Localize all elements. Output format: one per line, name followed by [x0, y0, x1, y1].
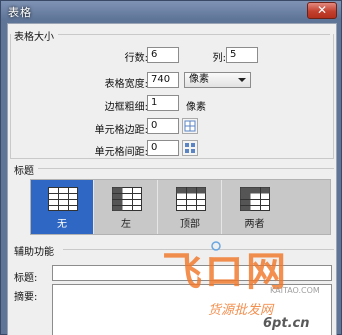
- caption-label: 标题:: [14, 273, 38, 284]
- table-no-header-icon: [48, 187, 78, 211]
- border-thickness-input[interactable]: 1: [147, 95, 179, 111]
- table-width-input[interactable]: 740: [147, 72, 179, 88]
- dialog-content: 表格大小 行数: 6 列: 5 表格宽度: 740 像素 边框粗细: 1 像素 …: [7, 23, 337, 335]
- rows-label: 行数:: [124, 53, 148, 64]
- cell-spacing-input[interactable]: 0: [147, 140, 179, 156]
- dialog-title: 表格: [8, 6, 32, 19]
- header-divider: [38, 168, 334, 169]
- header-section-label: 标题: [14, 166, 34, 177]
- header-option-left-label: 左: [121, 219, 131, 230]
- table-width-label: 表格宽度:: [104, 79, 148, 90]
- table-dialog: 表格 ✕ 表格大小 行数: 6 列: 5 表格宽度: 740 像素 边框粗细: …: [0, 0, 342, 335]
- header-option-none-label: 无: [57, 219, 67, 230]
- table-both-header-icon: [240, 187, 270, 211]
- watermark-site-bottom: 6pt.cn: [263, 316, 310, 331]
- title-bar: 表格 ✕: [1, 1, 342, 23]
- cell-padding-grid-button[interactable]: [182, 118, 198, 134]
- width-unit-value: 像素: [189, 74, 209, 85]
- accessibility-section-label: 辅助功能: [14, 247, 54, 258]
- cols-input[interactable]: 5: [226, 47, 258, 63]
- grid-icon: [184, 120, 196, 132]
- header-option-both[interactable]: 两者: [223, 180, 286, 234]
- rows-input[interactable]: 6: [147, 47, 179, 63]
- cols-label: 列:: [212, 53, 226, 64]
- watermark-site-top: KAITAO.COM: [270, 286, 320, 295]
- header-options: 无 左 顶部 两者: [30, 179, 331, 235]
- cell-padding-input[interactable]: 0: [147, 118, 179, 134]
- header-option-top-label: 顶部: [180, 219, 200, 230]
- header-option-both-label: 两者: [244, 219, 265, 230]
- chevron-down-icon: [238, 78, 246, 82]
- grid-spaced-icon: [185, 143, 195, 153]
- close-icon: ✕: [316, 3, 328, 17]
- header-option-left[interactable]: 左: [95, 180, 158, 234]
- header-option-top[interactable]: 顶部: [159, 180, 222, 234]
- summary-label: 摘要:: [14, 292, 38, 303]
- border-unit-label: 像素: [186, 102, 206, 113]
- table-left-header-icon: [112, 187, 142, 211]
- table-top-header-icon: [176, 187, 206, 211]
- border-thickness-label: 边框粗细:: [104, 102, 148, 113]
- close-button[interactable]: ✕: [307, 2, 337, 19]
- cell-spacing-label: 单元格间距:: [94, 147, 148, 158]
- header-option-none[interactable]: 无: [31, 180, 94, 234]
- width-unit-select[interactable]: 像素: [184, 72, 251, 88]
- cell-padding-label: 单元格边距:: [94, 125, 148, 136]
- cell-spacing-grid-button[interactable]: [182, 140, 198, 156]
